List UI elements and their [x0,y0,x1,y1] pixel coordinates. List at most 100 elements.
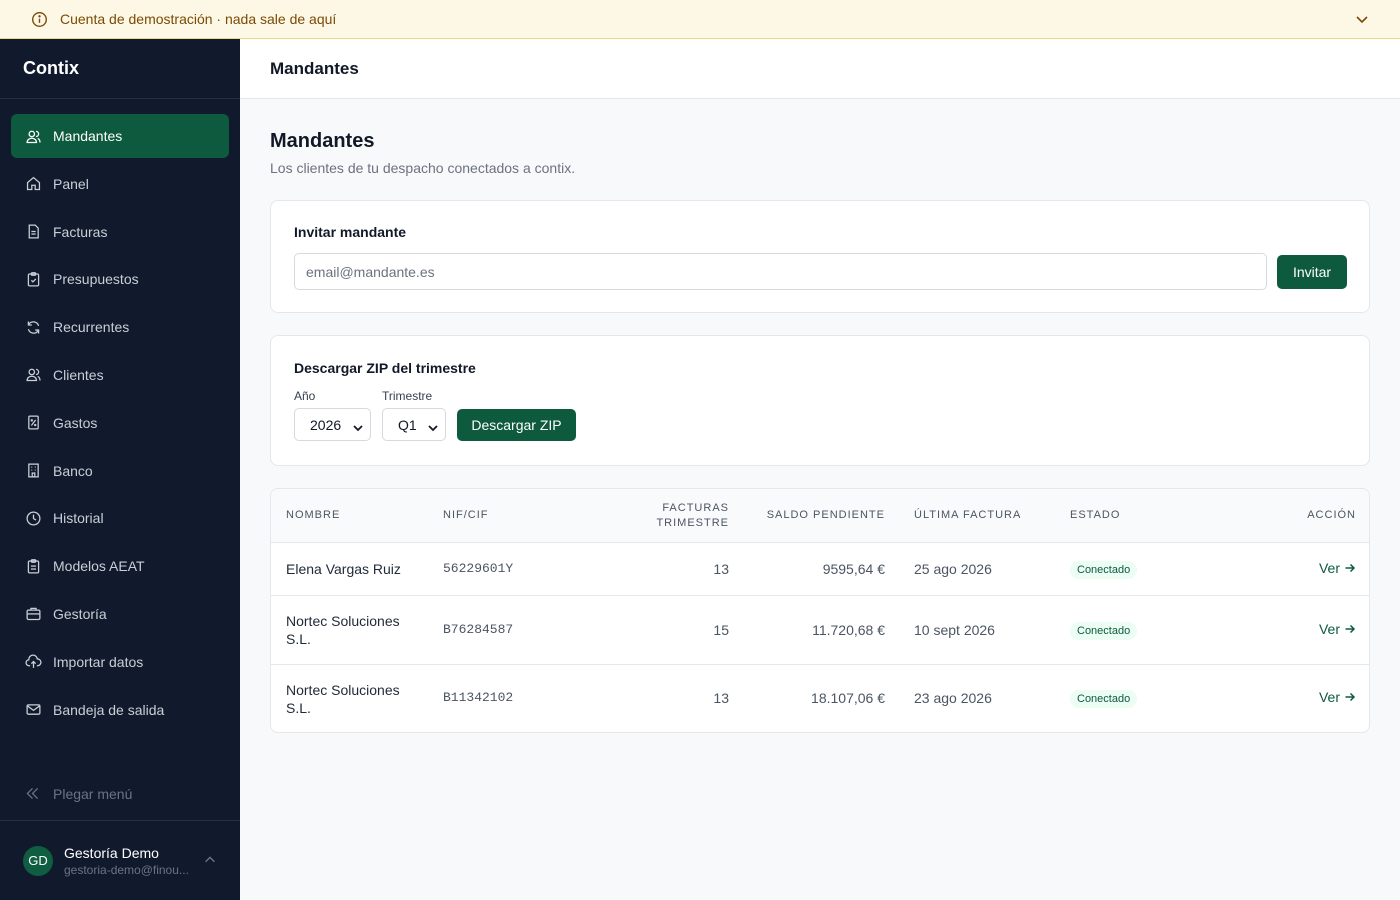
col-header-saldo[interactable]: SALDO PENDIENTE [767,508,885,523]
cell-ultima-factura: 25 ago 2026 [914,561,992,577]
quarter-select[interactable]: Q1 [382,408,446,441]
view-link[interactable]: Ver [1319,689,1356,705]
view-link-label: Ver [1318,689,1340,705]
page-subtitle: Los clientes de tu despacho conectados a… [270,160,576,176]
table-row[interactable]: Elena Vargas Ruiz 56229601Y 13 9595,64 €… [271,543,1369,596]
zip-download-card: Descargar ZIP del trimestre Año Trimestr… [270,335,1370,466]
arrow-right-icon [1344,623,1356,635]
cell-nombre: Elena Vargas Ruiz [286,561,401,577]
view-link-label: Ver [1318,621,1340,637]
sidebar-item-label: Bandeja de salida [53,701,165,718]
invite-title: Invitar mandante [294,224,407,240]
col-header-facturas[interactable]: FACTURAS TRIMESTRE [656,501,729,531]
year-select-value: 2026 [310,416,342,433]
view-link[interactable]: Ver [1319,621,1356,637]
sidebar-nav: Mandantes Panel Facturas Presupuestos Re… [11,114,229,735]
chevron-down-icon [353,420,363,432]
cell-facturas: 13 [713,561,729,577]
table-header: NOMBRE NIF/CIF FACTURAS TRIMESTRE SALDO … [271,489,1369,543]
sidebar-item-bandeja-de-salida[interactable]: Bandeja de salida [11,688,229,732]
cell-saldo: 9595,64 € [822,561,885,577]
quarter-label: Trimestre [382,389,433,403]
chevron-up-icon [203,853,217,867]
col-header-facturas-line1: FACTURAS [662,502,729,514]
cell-nif: B11342102 [443,690,514,705]
sidebar-item-modelos-aeat[interactable]: Modelos AEAT [11,544,229,588]
download-zip-button[interactable]: Descargar ZIP [457,409,576,441]
users-icon [24,366,42,384]
view-link[interactable]: Ver [1319,560,1356,576]
clock-icon [24,509,42,527]
users-icon [24,127,42,145]
chevron-down-icon [428,420,438,432]
brand-logo[interactable]: Contix [0,39,240,99]
briefcase-icon [24,605,42,623]
sidebar: Contix Mandantes Panel Facturas Presupue… [0,39,240,900]
sidebar-item-banco[interactable]: Banco [11,449,229,493]
sidebar-item-panel[interactable]: Panel [11,162,229,206]
zip-title: Descargar ZIP del trimestre [294,360,476,376]
cloud-upload-icon [24,653,42,671]
cell-nombre: Nortec Soluciones S.L. [286,682,400,716]
col-header-ultima-factura[interactable]: ÚLTIMA FACTURA [914,508,1021,523]
cell-saldo: 11.720,68 € [812,622,885,638]
arrow-right-icon [1344,691,1356,703]
home-icon [24,175,42,193]
page-header: Mandantes [240,39,1400,99]
sidebar-item-label: Presupuestos [53,271,139,288]
view-link-label: Ver [1318,560,1340,576]
building-icon [24,462,42,480]
status-badge: Conectado [1070,690,1138,708]
cell-facturas: 15 [713,622,729,638]
col-header-nif[interactable]: NIF/CIF [443,508,489,523]
page-title: Mandantes [270,130,375,152]
invite-button[interactable]: Invitar [1277,255,1347,289]
col-header-estado[interactable]: ESTADO [1070,508,1120,523]
info-icon [30,10,49,29]
chevrons-left-icon [24,785,42,803]
col-header-facturas-line2: TRIMESTRE [656,517,729,529]
cell-saldo: 18.107,06 € [811,690,885,706]
year-select[interactable]: 2026 [294,408,371,441]
invite-card: Invitar mandante Invitar [270,200,1370,313]
mail-icon [24,701,42,719]
chevron-down-icon[interactable] [1354,11,1370,27]
sidebar-item-label: Recurrentes [53,319,130,336]
cell-nif: B76284587 [443,622,514,637]
sidebar-item-gestoria[interactable]: Gestoría [11,592,229,636]
table-row[interactable]: Nortec Soluciones S.L. B11342102 13 18.1… [271,665,1369,732]
sidebar-item-historial[interactable]: Historial [11,496,229,540]
sidebar-item-label: Mandantes [53,128,123,144]
table-row[interactable]: Nortec Soluciones S.L. B76284587 15 11.7… [271,596,1369,665]
sidebar-item-label: Historial [53,510,104,527]
sidebar-item-label: Panel [53,175,89,192]
email-field[interactable] [294,253,1267,290]
col-header-nombre[interactable]: NOMBRE [286,508,340,523]
sidebar-item-label: Clientes [53,366,104,383]
avatar: GD [23,845,53,876]
sidebar-item-recurrentes[interactable]: Recurrentes [11,305,229,349]
user-email: gestoria-demo@finou... [64,862,189,877]
sidebar-item-mandantes[interactable]: Mandantes [11,114,229,158]
year-label: Año [294,389,316,403]
banner-text: Cuenta de demostración · nada sale de aq… [60,11,337,27]
clipboard-icon [24,557,42,575]
cell-ultima-factura: 10 sept 2026 [914,622,995,638]
sidebar-item-label: Banco [53,462,93,479]
cell-nombre: Nortec Soluciones S.L. [286,613,400,647]
col-header-accion: ACCIÓN [1307,509,1356,521]
sidebar-item-importar-datos[interactable]: Importar datos [11,640,229,684]
refresh-icon [24,318,42,336]
sidebar-item-label: Facturas [53,223,108,240]
collapse-menu-button[interactable]: Plegar menú [24,785,132,803]
sidebar-item-gastos[interactable]: Gastos [11,401,229,445]
sidebar-item-facturas[interactable]: Facturas [11,210,229,254]
sidebar-item-presupuestos[interactable]: Presupuestos [11,257,229,301]
sidebar-item-clientes[interactable]: Clientes [11,353,229,397]
collapse-label: Plegar menú [53,786,133,802]
arrow-right-icon [1344,562,1356,574]
user-menu[interactable]: GD Gestoría Demo gestoria-demo@finou... [0,820,240,900]
sidebar-item-label: Gastos [53,414,98,431]
status-badge: Conectado [1070,561,1138,579]
user-name: Gestoría Demo [64,844,159,861]
